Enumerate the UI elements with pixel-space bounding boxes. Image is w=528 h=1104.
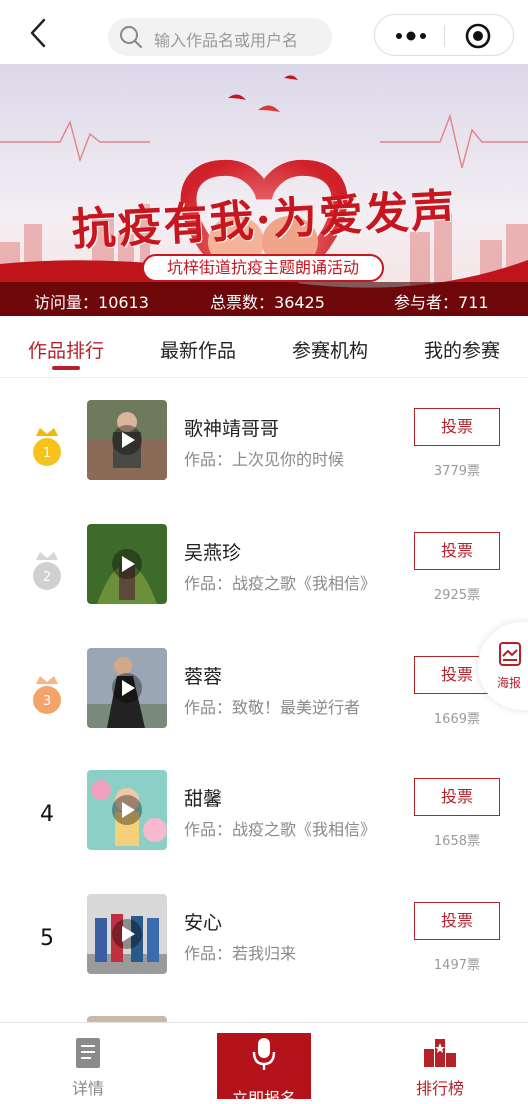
gold-medal-icon: 1 — [33, 428, 61, 466]
author-name: 歌神靖哥哥 — [184, 418, 280, 440]
video-thumbnail[interactable] — [87, 770, 167, 850]
play-icon — [112, 673, 142, 703]
video-thumbnail[interactable] — [87, 894, 167, 974]
poster-label: 海报 — [497, 676, 522, 690]
play-icon — [112, 549, 142, 579]
vote-count: 2925票 — [433, 588, 480, 603]
total-votes-stat: 总票数：36425 — [210, 289, 325, 313]
author-name: 吴燕珍 — [184, 542, 242, 564]
microphone-icon — [252, 1038, 276, 1070]
list-item: 3 蓉蓉 作品：致敬！最美逆行者 投票 1669票 — [0, 648, 528, 772]
rank-number: 4 — [40, 802, 54, 827]
rank-number: 5 — [40, 926, 54, 951]
video-thumbnail[interactable] — [87, 648, 167, 728]
vote-button[interactable]: 投票 — [414, 778, 500, 816]
stats-bar: 访问量：10613 总票数：36425 参与者：711 — [0, 282, 528, 316]
active-tab-indicator — [52, 366, 80, 370]
vote-button[interactable]: 投票 — [414, 408, 500, 446]
silver-medal-icon: 2 — [33, 552, 61, 590]
participants-value: 711 — [458, 293, 489, 312]
total-votes-value: 36425 — [274, 293, 325, 312]
play-icon — [112, 795, 142, 825]
vote-button[interactable]: 投票 — [414, 902, 500, 940]
vote-count: 3779票 — [433, 464, 480, 479]
vote-count: 1658票 — [433, 834, 480, 849]
video-thumbnail[interactable] — [87, 400, 167, 480]
more-dots-icon[interactable] — [391, 23, 431, 49]
search-placeholder: 输入作品名或用户名 — [154, 31, 299, 50]
list-item: 1 歌神靖哥哥 作品：上次见你的时候 投票 3779票 — [0, 400, 528, 524]
tab-my-entries[interactable]: 我的参赛 — [424, 336, 500, 363]
detail-label: 详情 — [71, 1079, 104, 1098]
work-title: 作品：战疫之歌《我相信》 — [184, 574, 377, 593]
work-title: 作品：战疫之歌《我相信》 — [184, 820, 377, 839]
bottom-bar: 详情 立即报名 排行榜 — [0, 1022, 528, 1104]
list-item: 5 安心 作品：若我归来 投票 1497票 — [0, 894, 528, 1018]
rank-number: 2 — [43, 570, 51, 585]
miniprogram-capsule — [374, 14, 514, 56]
poster-icon — [499, 642, 521, 666]
tab-bar: 作品排行 最新作品 参赛机构 我的参赛 — [0, 316, 528, 378]
ranking-podium-icon — [424, 1039, 456, 1067]
page: 输入作品名或用户名 抗疫有我·为爱发声 坑梓街道抗疫主题朗诵活动 访问量：106… — [0, 0, 528, 1104]
visits-value: 10613 — [98, 293, 149, 312]
total-votes-label: 总票数： — [210, 293, 275, 312]
work-title: 作品：上次见你的时候 — [184, 450, 345, 469]
video-thumbnail[interactable] — [87, 524, 167, 604]
list-item: 2 吴燕珍 作品：战疫之歌《我相信》 投票 2925票 — [0, 524, 528, 648]
signup-button[interactable]: 立即报名 — [217, 1033, 311, 1104]
search-icon — [120, 26, 142, 48]
play-icon — [112, 425, 142, 455]
visits-stat: 访问量：10613 — [34, 289, 149, 313]
signup-label: 立即报名 — [231, 1089, 296, 1104]
tab-ranking[interactable]: 作品排行 — [28, 336, 104, 363]
play-icon — [112, 919, 142, 949]
close-target-icon[interactable] — [463, 21, 493, 51]
back-arrow-icon[interactable] — [22, 14, 56, 52]
author-name: 甜馨 — [184, 788, 223, 810]
ranking-button[interactable]: 排行榜 — [392, 1023, 488, 1104]
participants-stat: 参与者：711 — [394, 289, 489, 313]
participants-label: 参与者： — [394, 293, 459, 312]
capsule-divider — [444, 25, 445, 47]
author-name: 蓉蓉 — [184, 666, 223, 688]
bronze-medal-icon: 3 — [33, 676, 61, 714]
tab-organizations[interactable]: 参赛机构 — [292, 336, 368, 363]
banner-subtitle: 坑梓街道抗疫主题朗诵活动 — [142, 254, 384, 282]
vote-button[interactable]: 投票 — [414, 532, 500, 570]
rank-number: 3 — [43, 694, 51, 709]
banner: 抗疫有我·为爱发声 坑梓街道抗疫主题朗诵活动 — [0, 64, 528, 316]
ranking-label: 排行榜 — [415, 1079, 464, 1098]
top-bar: 输入作品名或用户名 — [0, 0, 528, 64]
search-box[interactable]: 输入作品名或用户名 — [108, 18, 332, 56]
vote-count: 1497票 — [433, 958, 480, 973]
author-name: 安心 — [184, 912, 223, 934]
visits-label: 访问量： — [34, 293, 99, 312]
rank-number: 1 — [43, 446, 51, 461]
work-title: 作品：致敬！最美逆行者 — [184, 698, 361, 717]
vote-count: 1669票 — [433, 712, 480, 727]
detail-button[interactable]: 详情 — [40, 1023, 136, 1104]
work-title: 作品：若我归来 — [184, 944, 297, 963]
document-icon — [76, 1038, 100, 1068]
tab-latest[interactable]: 最新作品 — [160, 336, 236, 363]
list-item: 4 甜馨 作品：战疫之歌《我相信》 投票 1658票 — [0, 770, 528, 894]
